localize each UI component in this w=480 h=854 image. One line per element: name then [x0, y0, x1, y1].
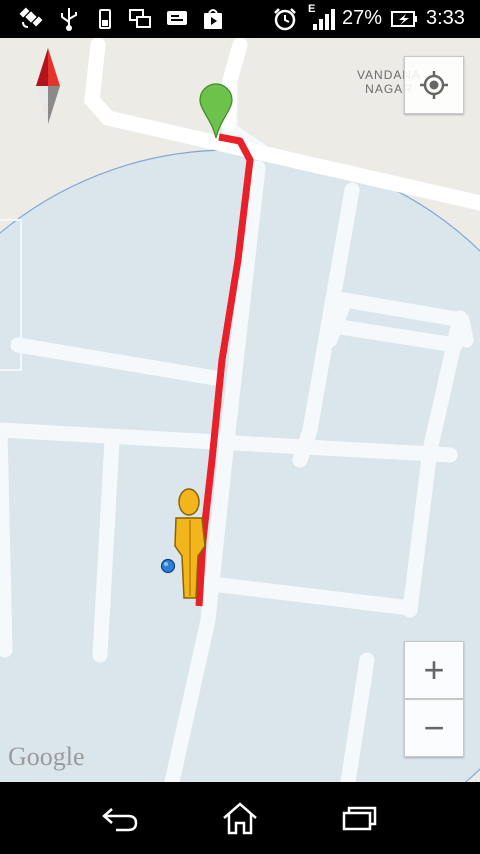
zoom-out-button[interactable]: −	[404, 699, 464, 757]
target-icon	[420, 71, 448, 99]
screens-icon	[129, 9, 151, 28]
battery-percent: 27%	[342, 7, 383, 29]
zoom-in-button[interactable]: +	[404, 641, 464, 699]
status-bar: E 27% 3:33	[0, 0, 480, 38]
navigation-bar	[0, 782, 480, 854]
satellite-icon	[19, 7, 43, 28]
current-location-dot	[160, 558, 176, 574]
usb-icon	[61, 8, 77, 31]
phone-icon	[99, 9, 111, 29]
store-icon	[204, 9, 222, 29]
compass-icon[interactable]	[32, 46, 64, 126]
alarm-icon	[274, 8, 296, 31]
recents-icon	[342, 806, 377, 831]
recents-button[interactable]	[330, 796, 390, 840]
notification-icon	[167, 11, 187, 25]
home-button[interactable]	[210, 796, 270, 840]
current-location-highlight	[164, 562, 168, 566]
google-attribution: Google	[8, 742, 85, 771]
map-view[interactable]: VANDANA NAGAR + − Google	[0, 38, 480, 782]
my-location-button[interactable]	[404, 56, 464, 114]
home-icon	[223, 802, 257, 835]
back-icon	[102, 808, 138, 832]
clock: 3:33	[426, 7, 465, 29]
back-button[interactable]	[90, 796, 150, 840]
battery-charging-icon	[391, 11, 417, 27]
signal-icon	[313, 9, 335, 30]
